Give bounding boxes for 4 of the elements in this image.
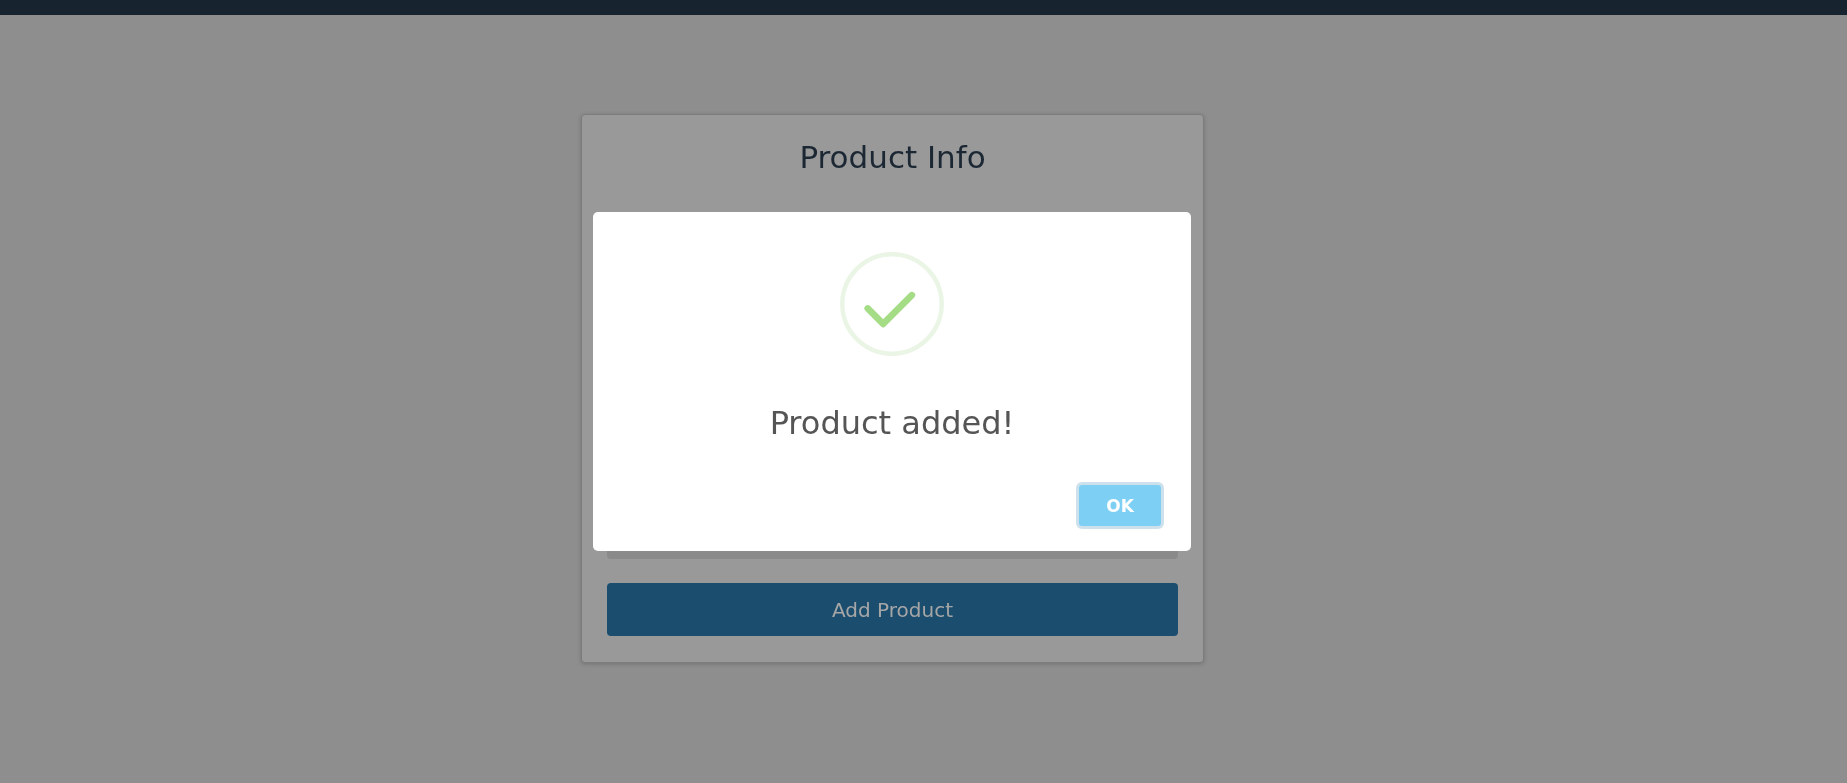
checkmark-icon [839,251,945,357]
dialog-message: Product added! [769,404,1015,442]
add-product-button[interactable]: Add Product [607,583,1178,636]
form-title: Product Info [798,138,987,177]
